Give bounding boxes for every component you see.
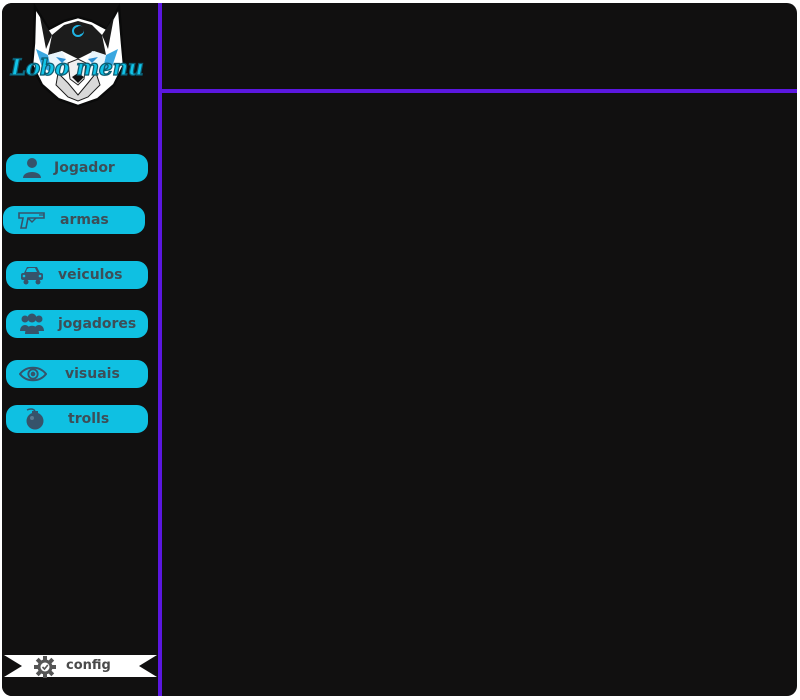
header-area [162,3,797,89]
nav-button-visuais[interactable]: visuais [6,360,148,388]
content-panel [162,93,797,696]
nav-label-armas: armas [60,212,109,228]
bomb-icon [21,407,49,431]
config-label: config [66,658,111,673]
menu-window: Lobo menu Jogador armas veiculos jogador… [2,3,797,696]
nav-label-jogador: Jogador [54,160,115,176]
person-icon [18,156,46,180]
sidebar: Lobo menu Jogador armas veiculos jogador… [2,3,158,696]
logo-title: Lobo menu [10,54,144,81]
gear-icon [34,656,56,678]
config-button[interactable]: config [4,655,157,678]
nav-label-trolls: trolls [68,411,110,427]
nav-button-armas[interactable]: armas [3,206,145,234]
logo: Lobo menu [2,3,158,109]
pistol-icon [17,208,45,232]
nav-button-veiculos[interactable]: veiculos [6,261,148,289]
nav-label-jogadores: jogadores [58,316,137,332]
nav-label-veiculos: veiculos [58,267,123,283]
nav-button-jogadores[interactable]: jogadores [6,310,148,338]
car-icon [18,263,46,287]
nav-button-trolls[interactable]: trolls [6,405,148,433]
group-icon [18,312,46,336]
eye-icon [19,362,47,386]
nav-button-jogador[interactable]: Jogador [6,154,148,182]
nav-label-visuais: visuais [65,366,120,382]
